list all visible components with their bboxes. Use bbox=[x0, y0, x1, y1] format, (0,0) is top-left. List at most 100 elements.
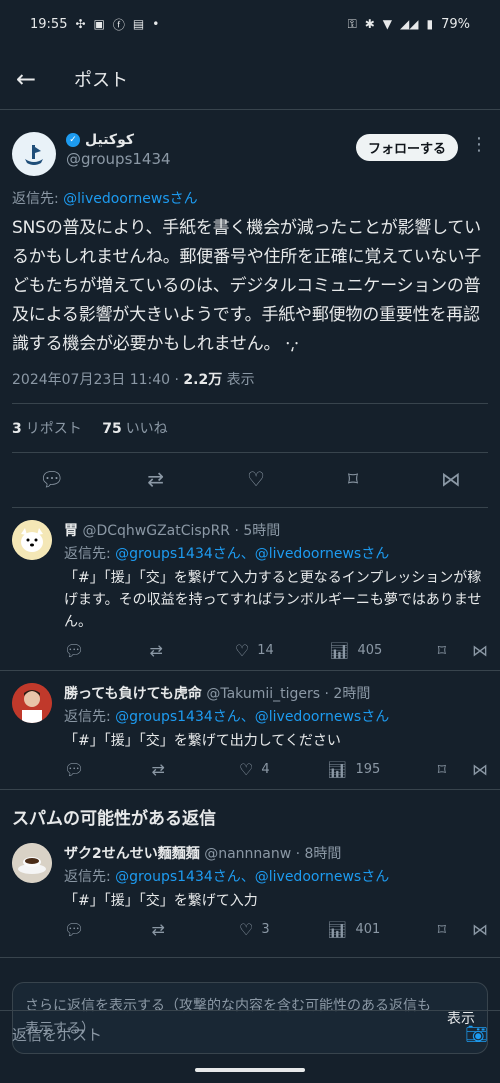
arrow-left-icon[interactable]: ← bbox=[16, 65, 44, 93]
reply-item[interactable]: 胃 @DCqhwGZatCispRR · 5時間 返信先: @groups143… bbox=[0, 508, 500, 671]
reply-icon[interactable]: 💬︎ bbox=[39, 467, 64, 491]
repost-icon[interactable]: ⇄ bbox=[152, 920, 165, 939]
post-meta: 2024年07月23日 11:40 · 2.2万 表示 bbox=[12, 369, 488, 404]
battery-level: 79% bbox=[441, 16, 470, 32]
reply-actions: 💬︎ ⇄ ♡ 14 📊︎ 405 ⌑ ⋈ bbox=[64, 641, 488, 660]
reply-author-name[interactable]: 胃 bbox=[64, 523, 78, 539]
dog-avatar-icon bbox=[12, 520, 52, 560]
views-icon[interactable]: 📊︎ bbox=[327, 920, 347, 939]
repost-icon[interactable]: ⇄ bbox=[152, 760, 165, 779]
repost-icon[interactable]: ⇄ bbox=[147, 467, 164, 491]
reply-to-label: 返信先: bbox=[64, 869, 116, 885]
post-text: SNSの普及により、手紙を書く機会が減ったことが影響しているかもしれませんね。郵… bbox=[12, 214, 488, 359]
author-name[interactable]: كوكتيل bbox=[85, 132, 134, 148]
verified-badge-icon: ✓ bbox=[66, 133, 80, 147]
top-bar: ← ポスト bbox=[0, 48, 500, 110]
compose-input[interactable]: 返信をポスト bbox=[12, 1024, 465, 1045]
share-icon[interactable]: ⋈ bbox=[472, 641, 488, 660]
like-icon[interactable]: ♡ bbox=[239, 760, 253, 779]
post-timestamp: 2024年07月23日 11:40 · bbox=[12, 372, 184, 388]
home-indicator[interactable] bbox=[195, 1068, 305, 1072]
avatar[interactable] bbox=[12, 683, 52, 723]
view-count: 2.2万 bbox=[183, 372, 223, 388]
reply-compose-bar[interactable]: 返信をポスト 📷︎ bbox=[0, 1010, 500, 1058]
reply-icon[interactable]: 💬︎ bbox=[64, 920, 84, 939]
share-icon[interactable]: ⋈ bbox=[441, 467, 461, 491]
like-count: 4 bbox=[261, 762, 270, 777]
battery-icon: ▮ bbox=[426, 17, 434, 31]
wifi-icon: ▼ bbox=[382, 17, 393, 31]
bookmark-icon[interactable]: ⌑ bbox=[348, 467, 358, 491]
status-bar: 19:55 ✣ ▣ ⓕ ▤ • ⚿ ✱ ▼ ◢◢ ▮ 79% bbox=[0, 0, 500, 48]
like-icon[interactable]: ♡ bbox=[239, 920, 253, 939]
camera-icon[interactable]: 📷︎ bbox=[465, 1024, 488, 1045]
reply-item[interactable]: ザク2せんせい麵麵麺 @nannnanw · 8時間 返信先: @groups1… bbox=[0, 837, 500, 949]
views-icon[interactable]: 📊︎ bbox=[327, 760, 347, 779]
share-icon[interactable]: ⋈ bbox=[472, 760, 488, 779]
card-icon: ▤ bbox=[132, 17, 145, 31]
repost-count[interactable]: 3 bbox=[12, 421, 22, 437]
reply-to-link[interactable]: @livedoornewsさん bbox=[63, 191, 197, 207]
reply-author-handle[interactable]: @nannnanw · 8時間 bbox=[204, 846, 341, 862]
view-label: 表示 bbox=[222, 372, 255, 388]
like-label[interactable]: いいね bbox=[126, 421, 168, 437]
reply-to-label: 返信先: bbox=[64, 546, 116, 562]
author-handle[interactable]: @groups1434 bbox=[66, 150, 356, 168]
facebook-icon: ⓕ bbox=[112, 17, 125, 32]
signal-icon: ◢◢ bbox=[400, 17, 419, 31]
reply-author-handle[interactable]: @DCqhwGZatCispRR · 5時間 bbox=[82, 523, 280, 539]
like-icon[interactable]: ♡ bbox=[235, 641, 249, 660]
bluetooth-icon: ✱ bbox=[364, 17, 375, 31]
repost-label[interactable]: リポスト bbox=[26, 421, 82, 437]
like-icon[interactable]: ♡ bbox=[247, 467, 265, 491]
reply-text: 「#」「援」「交」を繋げて入力 bbox=[64, 893, 258, 909]
views-icon[interactable]: 📊︎ bbox=[329, 641, 349, 660]
avatar[interactable] bbox=[12, 520, 52, 560]
like-count[interactable]: 75 bbox=[102, 421, 121, 437]
bookmark-icon[interactable]: ⌑ bbox=[438, 641, 446, 660]
like-count: 14 bbox=[257, 643, 274, 658]
coffee-avatar-icon bbox=[12, 843, 52, 883]
notion-icon: ▣ bbox=[93, 17, 105, 31]
reply-actions: 💬︎ ⇄ ♡ 4 📊︎ 195 ⌑ ⋈ bbox=[64, 760, 488, 779]
reply-author-name[interactable]: ザク2せんせい麵麵麺 bbox=[64, 846, 200, 862]
reply-to-link[interactable]: @groups1434さん、@livedoornewsさん bbox=[115, 546, 389, 562]
reply-author-handle[interactable]: @Takumii_tigers · 2時間 bbox=[206, 686, 370, 702]
reply-icon[interactable]: 💬︎ bbox=[64, 641, 84, 660]
status-time: 19:55 bbox=[30, 16, 68, 32]
main-post: ✓ كوكتيل @groups1434 フォローする ⋮ 返信先: @live… bbox=[0, 110, 500, 508]
bookmark-icon[interactable]: ⌑ bbox=[438, 920, 446, 939]
reply-to-label: 返信先: bbox=[64, 709, 116, 725]
page-title: ポスト bbox=[74, 69, 128, 91]
more-options-icon[interactable]: ⋮ bbox=[470, 134, 488, 155]
reply-to-link[interactable]: @groups1434さん、@livedoornewsさん bbox=[115, 709, 389, 725]
spam-section-title: スパムの可能性がある返信 bbox=[12, 809, 216, 829]
reply-actions: 💬︎ ⇄ ♡ 3 📊︎ 401 ⌑ ⋈ bbox=[64, 920, 488, 939]
avatar[interactable] bbox=[12, 132, 56, 176]
bookmark-icon[interactable]: ⌑ bbox=[438, 760, 446, 779]
reply-to: 返信先: @livedoornewsさん bbox=[12, 188, 488, 208]
person-avatar-icon bbox=[12, 683, 52, 723]
reply-text: 「#」「援」「交」を繋げて出力してください bbox=[64, 733, 341, 749]
reply-author-name[interactable]: 勝っても負けても虎命 bbox=[64, 686, 202, 702]
view-count: 195 bbox=[355, 762, 381, 777]
logo-icon bbox=[25, 145, 43, 165]
reply-to-label: 返信先: bbox=[12, 191, 64, 207]
view-count: 401 bbox=[355, 922, 381, 937]
post-stats: 3 リポスト 75 いいね bbox=[12, 404, 488, 453]
reply-text: 「#」「援」「交」を繋げて入力すると更なるインプレッションが稼げます。その収益を… bbox=[64, 570, 482, 630]
slack-icon: ✣ bbox=[75, 17, 86, 31]
repost-icon[interactable]: ⇄ bbox=[149, 641, 162, 660]
dot-icon: • bbox=[152, 17, 160, 31]
avatar[interactable] bbox=[12, 843, 52, 883]
view-count: 405 bbox=[357, 643, 383, 658]
post-tail: ⸱⸲⸱ bbox=[285, 334, 299, 354]
like-count: 3 bbox=[261, 922, 270, 937]
post-actions: 💬︎ ⇄ ♡ ⌑ ⋈ bbox=[12, 453, 488, 508]
share-icon[interactable]: ⋈ bbox=[472, 920, 488, 939]
reply-to-link[interactable]: @groups1434さん、@livedoornewsさん bbox=[115, 869, 389, 885]
follow-button[interactable]: フォローする bbox=[355, 134, 458, 161]
reply-icon[interactable]: 💬︎ bbox=[64, 760, 84, 779]
post-body: SNSの普及により、手紙を書く機会が減ったことが影響しているかもしれませんね。郵… bbox=[12, 218, 482, 354]
reply-item[interactable]: 勝っても負けても虎命 @Takumii_tigers · 2時間 返信先: @g… bbox=[0, 671, 500, 790]
